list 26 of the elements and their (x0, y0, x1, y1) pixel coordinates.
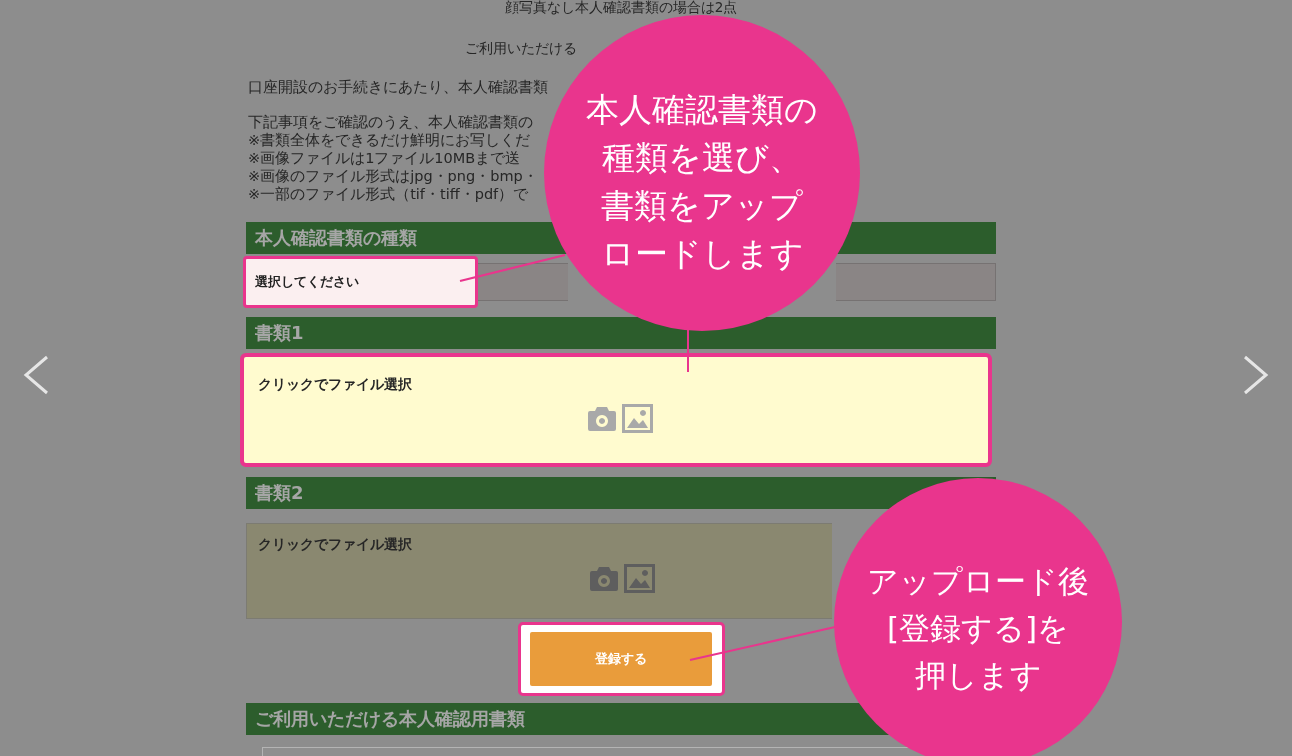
camera-icon (589, 566, 618, 591)
select-field[interactable]: 選択してください (243, 256, 478, 308)
callout-text: [登録する]を (886, 608, 1070, 648)
callout-text: アップロード後 (867, 561, 1089, 601)
file-upload-area[interactable]: クリックでファイル選択 (240, 353, 992, 467)
camera-icon (587, 406, 616, 431)
instruction-text: 下記事項をご確認のうえ、本人確認書類の (248, 113, 533, 131)
file-upload-area[interactable]: クリックでファイル選択 (246, 523, 832, 619)
upload-prompt-text: クリックでファイル選択 (258, 375, 412, 393)
callout-text: 本人確認書類の (586, 89, 818, 131)
upload-prompt-text: クリックでファイル選択 (258, 535, 412, 553)
chevron-left-icon[interactable] (22, 355, 50, 395)
instruction-text: ※一部のファイル形式（tif・tiff・pdf）で (248, 185, 529, 203)
notice-text: ご利用いただける (465, 39, 577, 57)
instruction-text: ※画像のファイル形式はjpg・png・bmp・ (248, 167, 538, 185)
callout-text: 種類を選び、 (602, 137, 802, 179)
instruction-text: ※書類全体をできるだけ鮮明にお写しくだ (248, 131, 531, 149)
callout-text: 押します (914, 655, 1042, 695)
image-icon (623, 564, 655, 593)
chevron-right-icon[interactable] (1242, 355, 1270, 395)
instruction-text: ※画像ファイルは1ファイル10MBまで送 (248, 149, 521, 167)
image-icon (621, 404, 653, 433)
section-header: 書類2 (246, 477, 996, 509)
intro-text: 口座開設のお手続きにあたり、本人確認書類 (248, 78, 548, 96)
section-header: 書類1 (246, 317, 996, 349)
notice-text: 顔写真なし本人確認書類の場合は2点 (504, 0, 738, 15)
